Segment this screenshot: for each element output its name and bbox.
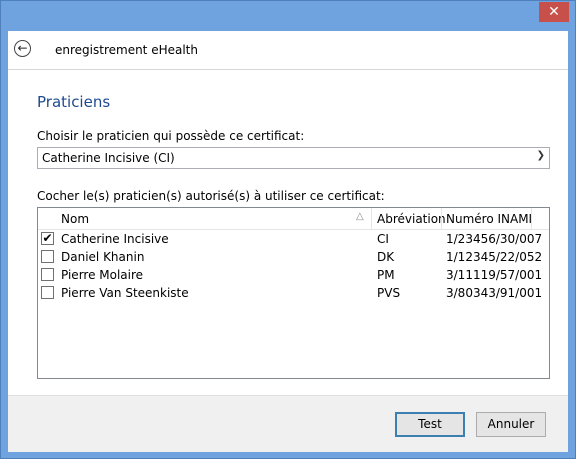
row-inami: 1/12345/22/052 [446, 250, 543, 264]
owner-label: Choisir le praticien qui possède ce cert… [37, 129, 305, 143]
window-client: ← enregistrement eHealth Praticiens Choi… [8, 31, 568, 452]
table-row[interactable]: ✔ Catherine Incisive CI 1/23456/30/007 [38, 230, 549, 248]
window-close-button[interactable]: ✕ [539, 2, 569, 22]
row-abbreviation: PVS [377, 286, 401, 300]
row-abbreviation: CI [377, 232, 389, 246]
row-checkbox[interactable]: ✔ [41, 232, 54, 245]
owner-dropdown[interactable]: Catherine Incisive (CI) ❯ [37, 147, 550, 169]
sort-ascending-icon: △ [356, 211, 364, 222]
app-window: ✕ ← enregistrement eHealth Praticiens Ch… [0, 0, 576, 459]
test-button[interactable]: Test [395, 412, 465, 437]
row-checkbox[interactable] [41, 268, 54, 281]
table-row[interactable]: Pierre Van Steenkiste PVS 3/80343/91/001 [38, 284, 549, 302]
main-content: Praticiens Choisir le praticien qui poss… [8, 69, 568, 396]
back-arrow-icon: ← [17, 41, 28, 55]
column-divider[interactable] [371, 208, 372, 229]
row-inami: 3/80343/91/001 [446, 286, 543, 300]
window-titlebar[interactable]: ✕ [1, 1, 575, 31]
row-name: Pierre Molaire [61, 268, 144, 282]
list-header: Nom △ Abréviation Numéro INAMI [38, 208, 549, 230]
row-checkbox[interactable] [41, 250, 54, 263]
row-abbreviation: PM [377, 268, 395, 282]
owner-dropdown-value: Catherine Incisive (CI) [42, 151, 175, 165]
row-name: Daniel Khanin [61, 250, 145, 264]
cancel-button[interactable]: Annuler [476, 412, 546, 437]
column-divider[interactable] [441, 208, 442, 229]
app-header: ← enregistrement eHealth [8, 31, 568, 69]
table-row[interactable]: Daniel Khanin DK 1/12345/22/052 [38, 248, 549, 266]
column-divider[interactable] [531, 208, 532, 229]
app-title: enregistrement eHealth [55, 43, 198, 57]
chevron-down-icon: ❯ [536, 150, 545, 161]
authorized-label: Cocher le(s) praticien(s) autorisé(s) à … [37, 189, 385, 203]
row-name: Catherine Incisive [61, 232, 169, 246]
dialog-footer: Test Annuler [8, 395, 568, 452]
row-abbreviation: DK [377, 250, 395, 264]
table-row[interactable]: Pierre Molaire PM 3/11119/57/001 [38, 266, 549, 284]
practitioners-list[interactable]: Nom △ Abréviation Numéro INAMI ✔ Catheri… [37, 207, 550, 379]
back-button[interactable]: ← [14, 40, 31, 57]
row-checkbox[interactable] [41, 286, 54, 299]
column-header-inami[interactable]: Numéro INAMI [446, 212, 532, 226]
column-header-abbreviation[interactable]: Abréviation [377, 212, 446, 226]
column-header-name[interactable]: Nom [61, 212, 89, 226]
row-inami: 3/11119/57/001 [446, 268, 543, 282]
section-title: Praticiens [37, 93, 111, 111]
row-name: Pierre Van Steenkiste [61, 286, 189, 300]
row-inami: 1/23456/30/007 [446, 232, 543, 246]
